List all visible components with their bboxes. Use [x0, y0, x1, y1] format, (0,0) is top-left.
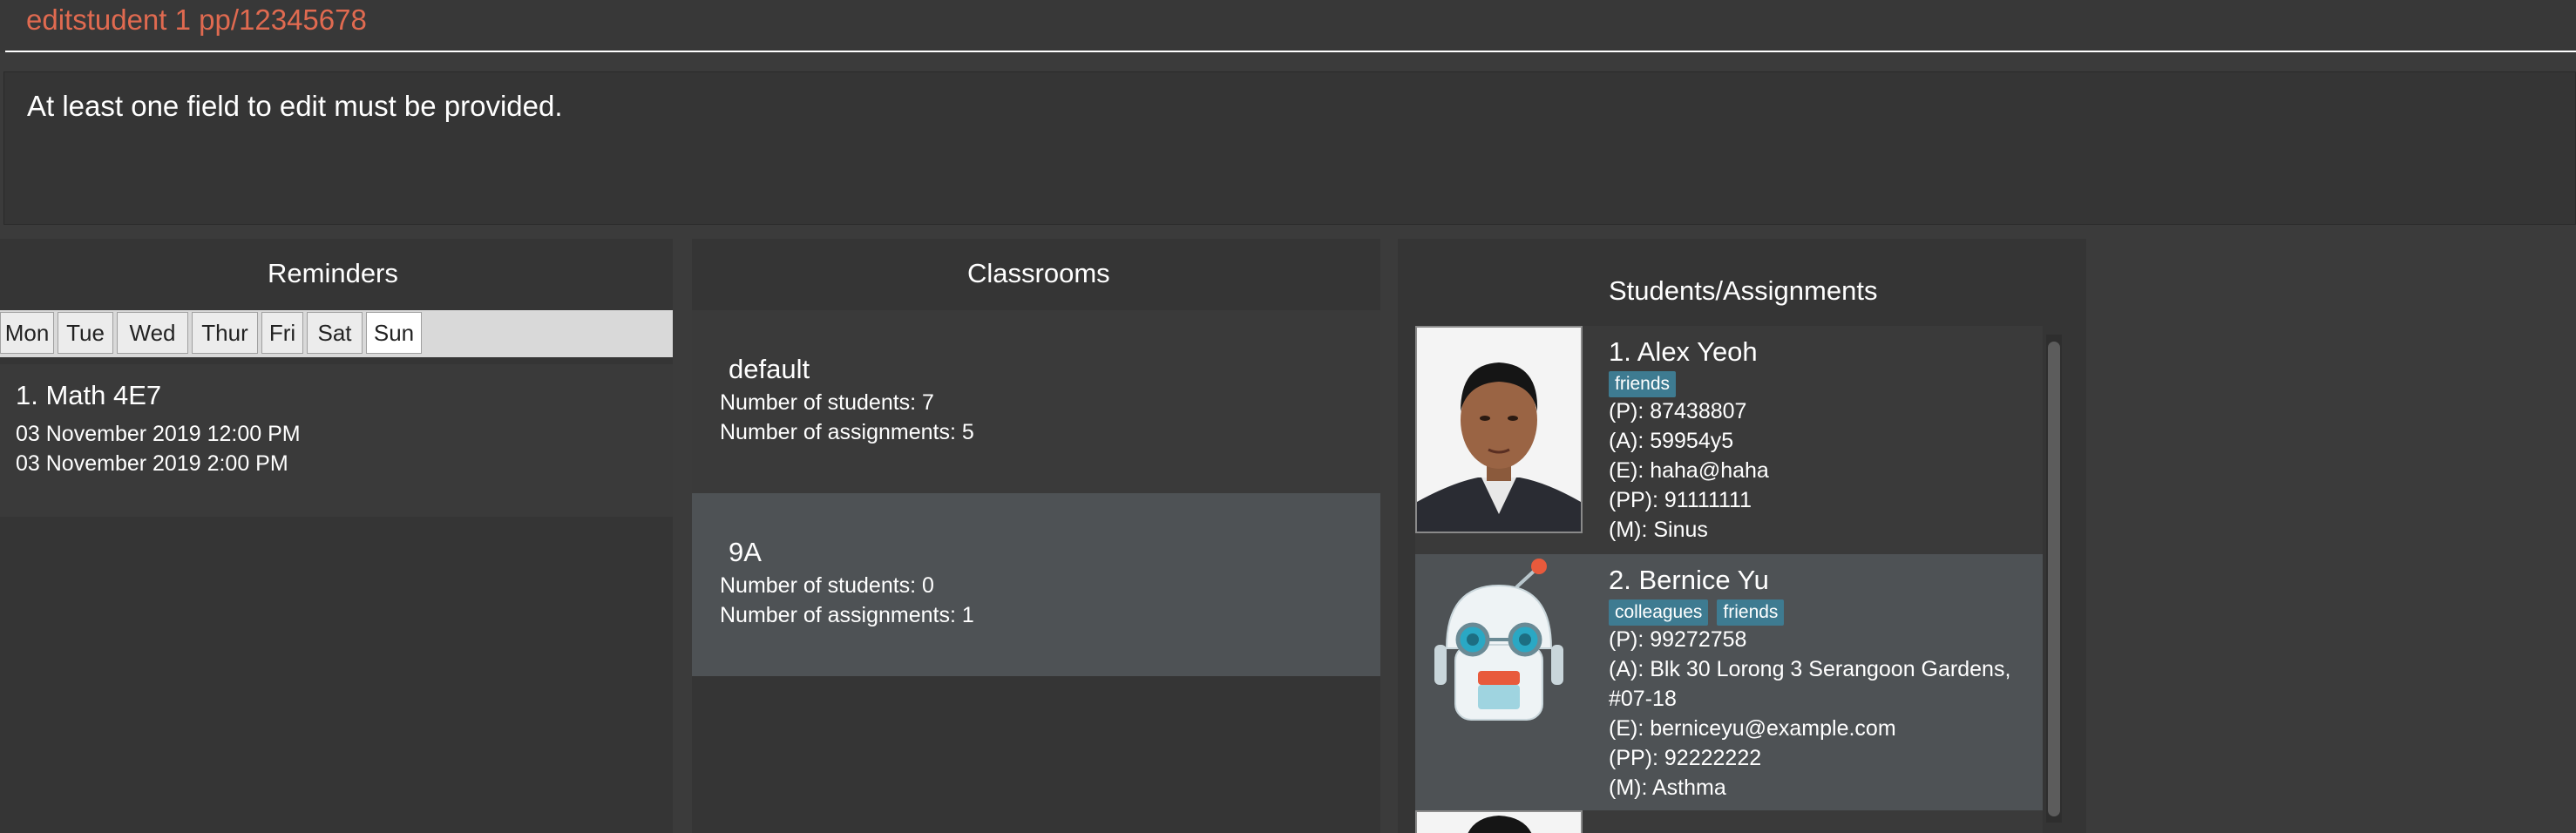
robot-avatar-icon [1415, 554, 1583, 762]
student-parent-phone: (PP): 91111111 [1609, 488, 1752, 512]
student-email: (E): berniceyu@example.com [1609, 716, 1896, 741]
student-list: 1. Alex Yeoh friends (P): 87438807 (A): … [1415, 326, 2043, 833]
reminder-end-time: 03 November 2019 2:00 PM [16, 451, 288, 476]
student-tags: colleagues friends [1609, 599, 1793, 626]
reminder-item[interactable]: 1. Math 4E7 03 November 2019 12:00 PM 03… [0, 364, 673, 517]
scrollbar-thumb[interactable] [2048, 342, 2060, 816]
reminders-title: Reminders [268, 258, 398, 288]
reminder-title: 1. Math 4E7 [16, 380, 162, 410]
student-list-scrollbar[interactable] [2046, 335, 2062, 823]
student-phone: (P): 87438807 [1609, 399, 1747, 423]
classroom-assignment-count: Number of assignments: 1 [720, 603, 974, 627]
student-address: (A): 59954y5 [1609, 429, 1734, 453]
classroom-assignment-count: Number of assignments: 5 [720, 420, 974, 444]
student-name: 2. Bernice Yu [1609, 565, 1769, 595]
tag-label: friends [1609, 371, 1677, 397]
classroom-name: 9A [729, 537, 762, 567]
student-tags: friends [1609, 371, 1685, 397]
tab-mon[interactable]: Mon [0, 312, 54, 354]
student-parent-phone: (PP): 92222222 [1609, 746, 1762, 770]
student-phone: (P): 99272758 [1609, 627, 1747, 652]
tab-sat[interactable]: Sat [307, 312, 363, 354]
command-input[interactable]: editstudent 1 pp/12345678 [26, 3, 367, 37]
tab-fri[interactable]: Fri [261, 312, 303, 354]
student-medical: (M): Asthma [1609, 775, 1726, 800]
command-underline [5, 51, 2576, 52]
student-address-cont: #07-18 [1609, 687, 1677, 711]
student-card-partial[interactable] [1415, 810, 2043, 833]
classroom-item[interactable]: 9A Number of students: 0 Number of assig… [692, 493, 1380, 676]
classrooms-title: Classrooms [967, 258, 1110, 288]
tab-tue[interactable]: Tue [58, 312, 113, 354]
student-name: 1. Alex Yeoh [1609, 336, 1758, 367]
students-panel: Students/Assignments 1. Alex Yeoh friend… [1398, 239, 2086, 833]
students-title: Students/Assignments [1609, 275, 1878, 306]
command-box[interactable]: editstudent 1 pp/12345678 [0, 0, 2576, 52]
tag-label: colleagues [1609, 599, 1709, 626]
result-display: At least one field to edit must be provi… [3, 71, 2576, 225]
tab-sun[interactable]: Sun [366, 312, 422, 354]
classroom-student-count: Number of students: 7 [720, 390, 934, 415]
day-tabs: Mon Tue Wed Thur Fri Sat Sun [0, 310, 673, 357]
student-card[interactable]: 2. Bernice Yu colleagues friends (P): 992… [1415, 554, 2043, 810]
reminder-start-time: 03 November 2019 12:00 PM [16, 422, 301, 446]
reminders-panel: Reminders Mon Tue Wed Thur Fri Sat Sun 1… [0, 239, 673, 833]
student-address: (A): Blk 30 Lorong 3 Serangoon Gardens, [1609, 657, 2011, 681]
tag-label: friends [1717, 599, 1785, 626]
student-email: (E): haha@haha [1609, 458, 1769, 483]
student-photo [1415, 810, 1583, 833]
student-medical: (M): Sinus [1609, 518, 1708, 542]
tab-thur[interactable]: Thur [192, 312, 258, 354]
student-card[interactable]: 1. Alex Yeoh friends (P): 87438807 (A): … [1415, 326, 2043, 554]
result-message: At least one field to edit must be provi… [27, 90, 563, 122]
tab-wed[interactable]: Wed [117, 312, 188, 354]
classroom-name: default [729, 354, 810, 384]
student-photo [1415, 326, 1583, 533]
classrooms-panel: Classrooms default Number of students: 7… [692, 239, 1380, 833]
classroom-student-count: Number of students: 0 [720, 573, 934, 598]
classroom-item[interactable]: default Number of students: 7 Number of … [692, 310, 1380, 493]
